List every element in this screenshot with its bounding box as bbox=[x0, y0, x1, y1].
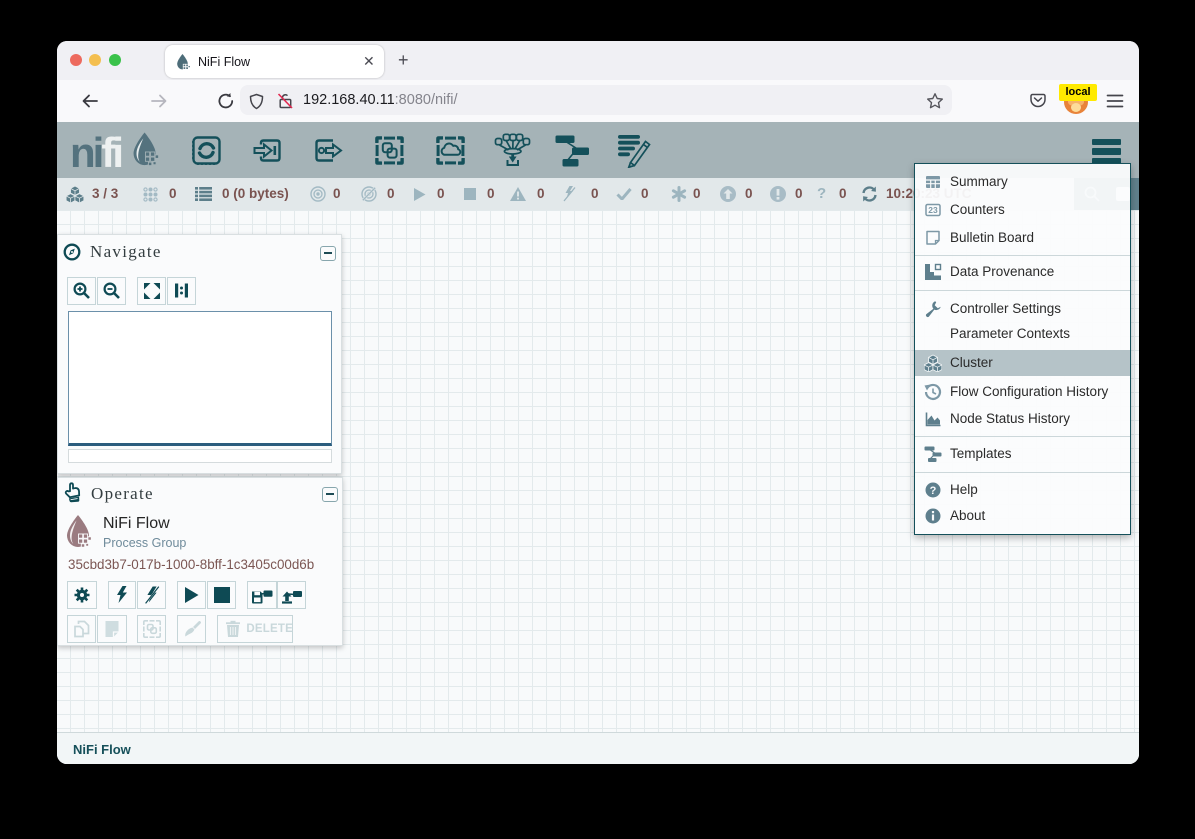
svg-text:23: 23 bbox=[928, 205, 938, 215]
svg-text:?: ? bbox=[930, 485, 937, 497]
